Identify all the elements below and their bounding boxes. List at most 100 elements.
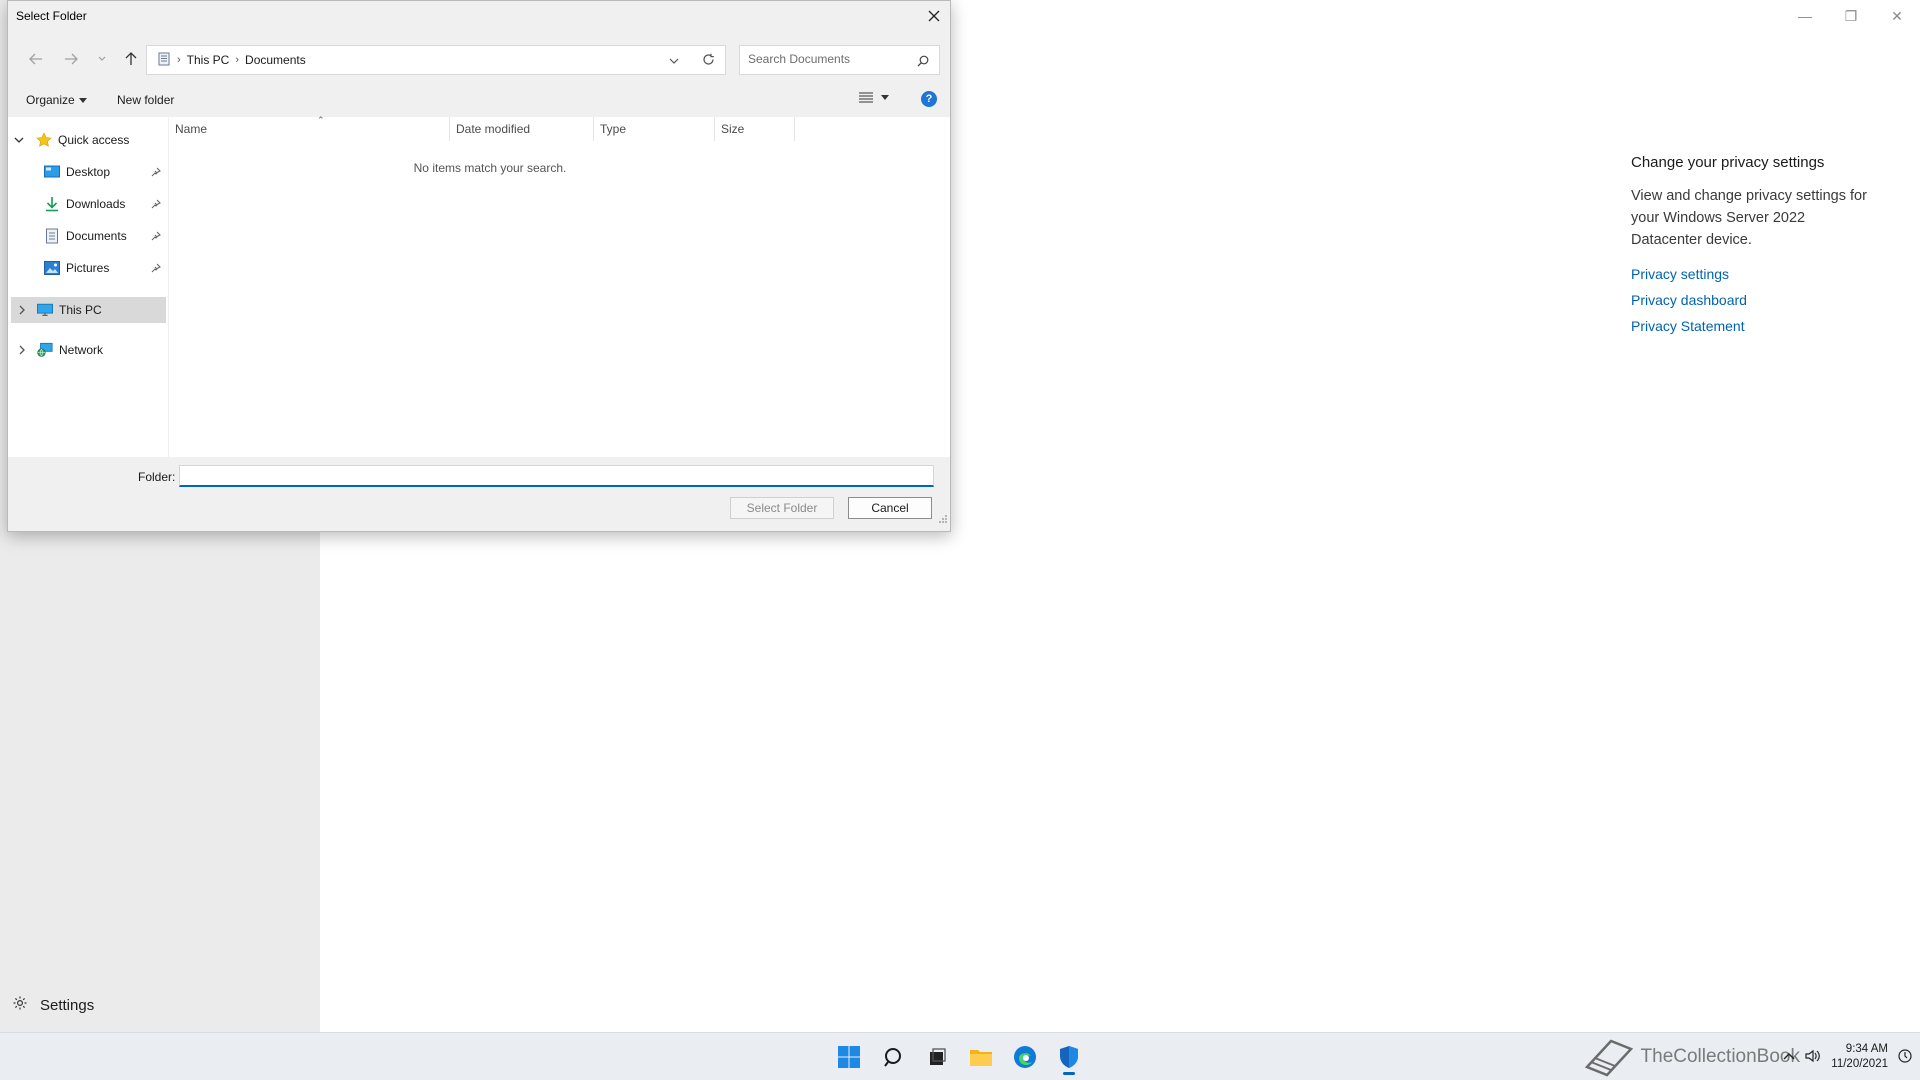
pictures-icon	[44, 260, 60, 276]
column-date-modified[interactable]: Date modified	[450, 117, 594, 141]
edge-button[interactable]	[1006, 1038, 1044, 1076]
tree-item-documents[interactable]: Documents	[8, 223, 168, 249]
close-icon	[928, 10, 940, 22]
privacy-title: Change your privacy settings	[1631, 154, 1825, 171]
chevron-right-icon[interactable]	[11, 305, 33, 315]
tree-item-pictures[interactable]: Pictures	[8, 255, 168, 281]
breadcrumb-separator-icon: ›	[235, 54, 240, 66]
close-icon[interactable]: ✕	[1874, 0, 1920, 32]
privacy-panel: Change your privacy settings View and ch…	[1631, 154, 1871, 339]
start-button[interactable]	[830, 1038, 868, 1076]
column-label: Date modified	[456, 122, 531, 136]
new-folder-button[interactable]: New folder	[117, 93, 174, 107]
dialog-body: Quick access Desktop Downloads Documents…	[8, 115, 951, 457]
computer-icon	[37, 302, 53, 318]
book-icon	[1584, 1039, 1633, 1077]
cancel-button[interactable]: Cancel	[848, 497, 932, 519]
chevron-down-icon[interactable]	[8, 137, 30, 144]
pin-icon	[151, 230, 161, 244]
breadcrumb-separator-icon: ›	[177, 54, 181, 66]
forward-button[interactable]	[61, 49, 81, 69]
resize-grip-icon[interactable]	[938, 511, 948, 529]
search-icon[interactable]	[917, 54, 929, 72]
column-size[interactable]: Size	[715, 117, 795, 141]
caret-down-icon	[78, 97, 87, 103]
refresh-icon	[703, 53, 714, 65]
chevron-down-icon	[669, 58, 679, 64]
tree-item-desktop[interactable]: Desktop	[8, 159, 168, 185]
pin-icon	[151, 166, 161, 180]
command-bar: Organize New folder ?	[8, 89, 950, 113]
folder-label: Folder:	[138, 470, 176, 484]
select-folder-button[interactable]: Select Folder	[730, 497, 834, 519]
watermark-text: TheCollectionBook	[1640, 1046, 1800, 1067]
dialog-close-button[interactable]	[918, 1, 950, 31]
caret-down-icon	[881, 95, 889, 100]
pin-icon	[151, 262, 161, 276]
sort-ascending-icon: ⌃	[317, 115, 325, 125]
search-input[interactable]	[748, 52, 908, 66]
system-tray: 9:34 AM 11/20/2021	[1783, 1033, 1912, 1080]
help-icon[interactable]: ?	[921, 91, 937, 107]
volume-icon[interactable]	[1805, 1049, 1821, 1066]
file-list: Name ⌃ Date modified Type Size No items …	[168, 115, 951, 457]
clock-time: 9:34 AM	[1845, 1043, 1888, 1055]
column-name[interactable]: Name ⌃	[169, 115, 450, 141]
tree-item-this-pc[interactable]: This PC	[11, 297, 166, 323]
breadcrumb-documents[interactable]: Documents	[245, 53, 306, 67]
up-button[interactable]	[121, 49, 141, 69]
privacy-dashboard-link[interactable]: Privacy dashboard	[1631, 287, 1871, 313]
download-icon	[44, 196, 60, 212]
address-history-dropdown[interactable]	[669, 54, 679, 68]
view-options-button[interactable]	[859, 92, 889, 103]
tree-item-label: Desktop	[66, 165, 111, 179]
desktop-icon	[44, 164, 60, 180]
minimize-icon[interactable]: —	[1782, 0, 1828, 32]
privacy-settings-link[interactable]: Privacy settings	[1631, 261, 1871, 287]
arrow-left-icon	[29, 53, 42, 65]
tree-item-quick-access[interactable]: Quick access	[8, 127, 168, 153]
address-bar[interactable]: › This PC › Documents	[146, 45, 726, 75]
tree-item-network[interactable]: Network	[11, 337, 166, 363]
breadcrumb-this-pc[interactable]: This PC	[187, 53, 230, 67]
tree-item-label: This PC	[59, 303, 102, 317]
empty-message: No items match your search.	[413, 161, 567, 175]
settings-nav-settings[interactable]: Settings	[12, 992, 94, 1018]
dialog-footer: Folder: Select Folder Cancel	[8, 457, 950, 531]
watermark: TheCollectionBook	[1583, 1037, 1800, 1077]
refresh-button[interactable]	[702, 53, 715, 69]
security-app-button[interactable]	[1050, 1038, 1088, 1076]
task-view-button[interactable]	[918, 1038, 956, 1076]
chevron-up-icon[interactable]	[1783, 1050, 1795, 1064]
chevron-right-icon[interactable]	[11, 345, 33, 355]
gear-icon	[12, 995, 28, 1015]
recent-locations-button[interactable]	[92, 49, 112, 69]
file-explorer-button[interactable]	[962, 1038, 1000, 1076]
organize-button[interactable]: Organize	[26, 93, 87, 107]
column-label: Type	[600, 122, 627, 136]
taskbar: TheCollectionBook 9:34 AM 11/20/2021	[0, 1032, 1920, 1080]
back-button[interactable]	[26, 49, 46, 69]
folder-icon	[970, 1050, 992, 1066]
column-headers: Name ⌃ Date modified Type Size	[169, 115, 951, 141]
notification-icon[interactable]	[1898, 1048, 1912, 1066]
taskbar-apps	[830, 1033, 1088, 1080]
column-type[interactable]: Type	[594, 117, 715, 141]
clock[interactable]: 9:34 AM 11/20/2021	[1831, 1042, 1888, 1072]
folder-input[interactable]	[179, 465, 934, 487]
windows-logo-icon	[838, 1046, 860, 1068]
navigation-bar: › This PC › Documents	[8, 41, 950, 77]
chevron-down-icon	[98, 56, 106, 61]
window-controls: — ❐ ✕	[1782, 0, 1920, 32]
privacy-statement-link[interactable]: Privacy Statement	[1631, 313, 1871, 339]
search-button[interactable]	[874, 1038, 912, 1076]
pin-icon	[151, 198, 161, 212]
tree-item-downloads[interactable]: Downloads	[8, 191, 168, 217]
arrow-right-icon	[65, 53, 78, 65]
tree-item-label: Documents	[66, 229, 127, 243]
arrow-up-icon	[125, 52, 137, 65]
restore-icon[interactable]: ❐	[1828, 0, 1874, 32]
navigation-pane: Quick access Desktop Downloads Documents…	[8, 117, 168, 457]
edge-icon	[1014, 1046, 1036, 1068]
shield-icon	[1060, 1046, 1078, 1068]
